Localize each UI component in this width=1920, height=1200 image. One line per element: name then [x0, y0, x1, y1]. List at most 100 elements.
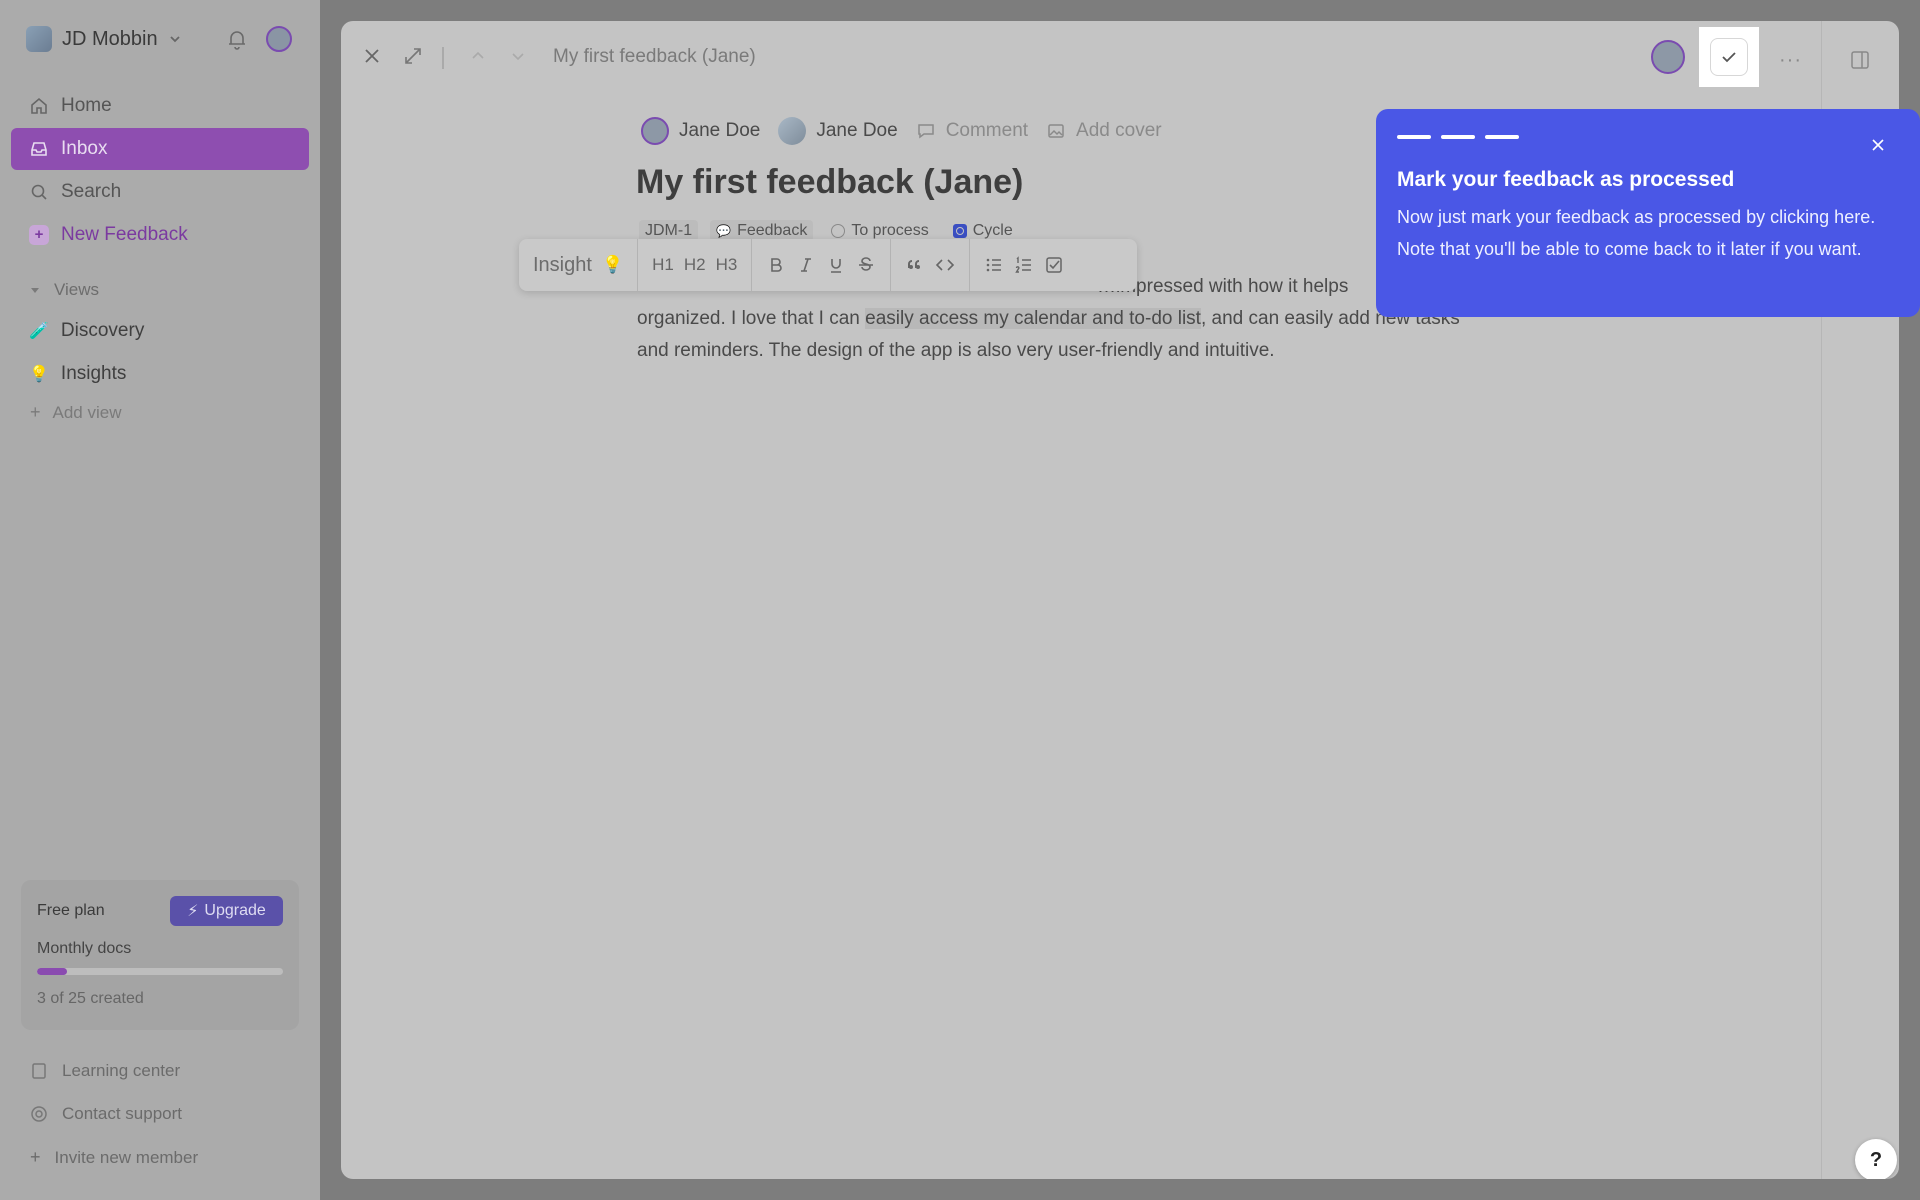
sidebar-item-label: Discovery [60, 320, 145, 341]
bold-icon[interactable] [766, 255, 786, 275]
workspace-switcher[interactable]: JD Mobbin [26, 24, 182, 54]
author-avatar [641, 117, 669, 145]
cycle-label: Cycle [972, 222, 1013, 239]
sidebar: JD Mobbin Home Inbox Search + New Feedba… [0, 0, 320, 1200]
code-icon[interactable] [935, 255, 955, 275]
sidebar-item-insights[interactable]: 💡 Insights [11, 353, 309, 395]
workspace-name: JD Mobbin [62, 27, 158, 50]
add-view-label: Add view [52, 402, 122, 422]
comment-button[interactable]: Comment [916, 120, 1028, 142]
document-title[interactable]: My first feedback (Jane) [636, 163, 1023, 202]
add-view-button[interactable]: + Add view [30, 402, 122, 423]
strikethrough-icon[interactable] [856, 255, 876, 275]
heading-group: H1 H2 H3 [638, 239, 753, 291]
tooltip-steps [1397, 135, 1519, 139]
contact-support-link[interactable]: Contact support [30, 1104, 182, 1124]
caret-down-icon [31, 288, 39, 293]
chevron-up-icon [472, 51, 484, 59]
toolbar-divider [442, 47, 444, 69]
sidebar-item-label: Inbox [61, 138, 108, 159]
underline-icon[interactable] [826, 255, 846, 275]
next-button[interactable] [507, 45, 529, 67]
onboarding-tooltip: Mark your feedback as processed Now just… [1376, 109, 1920, 317]
quote-icon[interactable] [905, 255, 925, 275]
status-circle-icon [831, 224, 846, 238]
invite-member-link[interactable]: + Invite new member [30, 1147, 198, 1168]
highlighted-text: easily access my calendar and to-do list [865, 308, 1201, 329]
monthly-docs-progress [37, 968, 283, 975]
h3-button[interactable]: H3 [716, 255, 738, 275]
chevron-down-icon [512, 53, 524, 61]
h1-button[interactable]: H1 [652, 255, 674, 275]
author-chip[interactable]: Jane Doe [641, 117, 760, 145]
plus-icon: + [29, 225, 49, 245]
header-title: My first feedback (Jane) [553, 46, 756, 67]
checklist-icon[interactable] [1044, 255, 1064, 275]
upgrade-button[interactable]: ⚡ Upgrade [170, 896, 283, 926]
learning-center-link[interactable]: Learning center [30, 1061, 180, 1081]
home-icon [31, 97, 47, 114]
expand-button[interactable] [402, 45, 424, 67]
list-group [970, 239, 1078, 291]
text-style-group [752, 239, 892, 291]
image-icon [1048, 124, 1064, 138]
lifebuoy-icon [31, 1106, 47, 1122]
views-section-header[interactable]: Views [30, 280, 99, 300]
more-options-button[interactable]: ··· [1779, 49, 1802, 72]
previous-button[interactable] [467, 45, 489, 67]
sidebar-item-label: Home [61, 95, 112, 116]
add-cover-label: Add cover [1076, 120, 1162, 141]
lightning-icon: ⚡ [187, 903, 199, 920]
inbox-icon [31, 142, 47, 156]
workspace-logo [26, 26, 52, 52]
tooltip-title: Mark your feedback as processed [1397, 168, 1735, 191]
sidebar-item-label: Search [61, 181, 122, 202]
italic-icon[interactable] [796, 255, 816, 275]
speech-bubble-icon: 💬 [716, 224, 732, 238]
close-icon[interactable] [1868, 135, 1888, 155]
block-group [891, 239, 971, 291]
side-panel-toggle-icon[interactable] [1849, 49, 1871, 71]
assignee-chip-avatar [778, 117, 807, 145]
formatting-toolbar: Insight 💡 H1 H2 H3 [519, 239, 1137, 291]
insight-button[interactable]: Insight 💡 [519, 239, 639, 291]
close-button[interactable] [361, 45, 383, 67]
upgrade-label: Upgrade [204, 902, 266, 919]
progress-fill [37, 968, 67, 975]
views-label: Views [54, 280, 100, 299]
footer-label: Contact support [62, 1104, 183, 1123]
tooltip-text: Now just mark your feedback as processed… [1397, 207, 1876, 259]
step-indicator [1397, 135, 1431, 139]
assignee-name: Jane Doe [816, 120, 898, 141]
numbered-list-icon[interactable] [1014, 255, 1034, 275]
assignee-chip[interactable]: Jane Doe [778, 117, 898, 145]
search-icon [31, 184, 47, 200]
sidebar-item-discovery[interactable]: 🧪 Discovery [11, 310, 309, 352]
user-avatar[interactable] [266, 26, 292, 52]
book-icon [32, 1063, 46, 1079]
assignee-avatar[interactable] [1651, 40, 1685, 74]
h2-button[interactable]: H2 [684, 255, 706, 275]
add-cover-button[interactable]: Add cover [1046, 120, 1162, 142]
sidebar-item-inbox[interactable]: Inbox [11, 128, 309, 170]
comment-label: Comment [945, 120, 1029, 141]
lightbulb-icon: 💡 [29, 366, 49, 383]
expand-icon [405, 48, 421, 64]
id-label: JDM-1 [645, 222, 693, 239]
plus-icon: + [30, 1147, 41, 1167]
author-name: Jane Doe [679, 120, 761, 141]
step-indicator [1485, 135, 1519, 139]
bell-icon[interactable] [226, 28, 248, 50]
sidebar-item-home[interactable]: Home [11, 85, 309, 127]
document-meta-row: Jane Doe Jane Doe Comment Add cover [641, 117, 1162, 145]
docs-count: 3 of 25 created [37, 990, 144, 1007]
bullet-list-icon[interactable] [984, 255, 1004, 275]
sidebar-item-search[interactable]: Search [11, 171, 309, 213]
plus-icon: + [30, 402, 41, 422]
help-button[interactable]: ? [1855, 1139, 1897, 1179]
mark-processed-button[interactable] [1699, 27, 1759, 87]
sidebar-item-label: New Feedback [61, 224, 188, 245]
footer-label: Learning center [62, 1061, 181, 1080]
status-label: To process [851, 222, 929, 239]
sidebar-item-new-feedback[interactable]: + New Feedback [11, 214, 309, 256]
